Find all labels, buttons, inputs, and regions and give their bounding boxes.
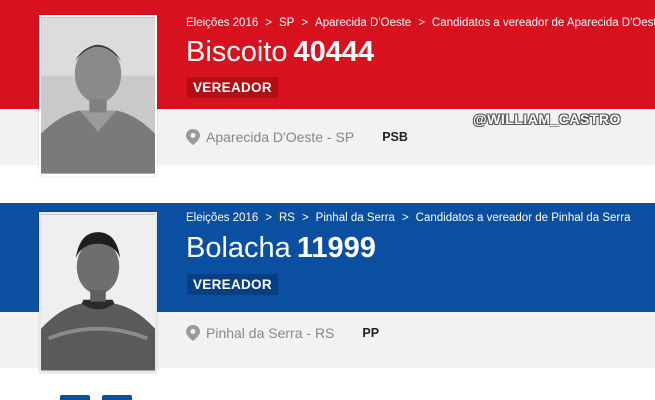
candidate-location-row: Aparecida D'Oeste - SP PSB [186,129,408,145]
share-button[interactable] [60,395,90,400]
breadcrumb-link-candidates[interactable]: Candidatos a vereador de Pinhal da Serra [416,212,631,224]
party-label[interactable]: PP [362,326,379,340]
party-label[interactable]: PSB [382,130,408,144]
candidate-card-2: Eleições 2016 > RS > Pinhal da Serra > Candida… [0,203,655,393]
candidate-title: Biscoito 40444 [186,34,374,70]
candidate-portrait-icon [41,17,155,174]
candidate-title: Bolacha 11999 [186,230,376,266]
candidate-name: Biscoito [186,36,288,68]
candidate-location: Pinhal da Serra - RS [206,325,335,341]
candidate-photo [39,15,157,176]
chevron-right-icon: > [301,17,309,29]
share-button[interactable] [102,395,132,400]
candidate-portrait-icon [41,214,155,371]
candidate-location: Aparecida D'Oeste - SP [206,129,355,145]
breadcrumb-link-candidates[interactable]: Candidatos a vereador de Aparecida D'Oes… [432,17,655,29]
role-badge: VEREADOR [187,77,278,98]
breadcrumb-link-state[interactable]: SP [279,17,294,29]
map-pin-icon [186,129,200,145]
breadcrumb-link-year[interactable]: Eleições 2016 [186,212,258,224]
watermark: @WILLIAM_CASTRO [473,111,621,127]
breadcrumb-link-city[interactable]: Aparecida D'Oeste [315,17,411,29]
candidate-card-1: Eleições 2016 > SP > Aparecida D'Oeste > Candi… [0,0,655,190]
breadcrumb-link-year[interactable]: Eleições 2016 [186,17,258,29]
candidate-location-row: Pinhal da Serra - RS PP [186,325,379,341]
map-pin-icon [186,325,200,341]
breadcrumb-link-state[interactable]: RS [279,212,295,224]
breadcrumb: Eleições 2016 > RS > Pinhal da Serra > Candida… [186,212,630,224]
candidate-number: 11999 [296,232,376,264]
chevron-right-icon: > [401,212,409,224]
candidate-name: Bolacha [186,232,291,264]
chevron-right-icon: > [418,17,425,29]
chevron-right-icon: > [265,17,272,29]
breadcrumb: Eleições 2016 > SP > Aparecida D'Oeste > Candi… [186,17,655,29]
chevron-right-icon: > [301,212,309,224]
breadcrumb-link-city[interactable]: Pinhal da Serra [316,212,395,224]
role-badge: VEREADOR [187,274,278,295]
chevron-right-icon: > [265,212,272,224]
candidate-photo [39,212,157,373]
candidate-number: 40444 [293,36,375,68]
